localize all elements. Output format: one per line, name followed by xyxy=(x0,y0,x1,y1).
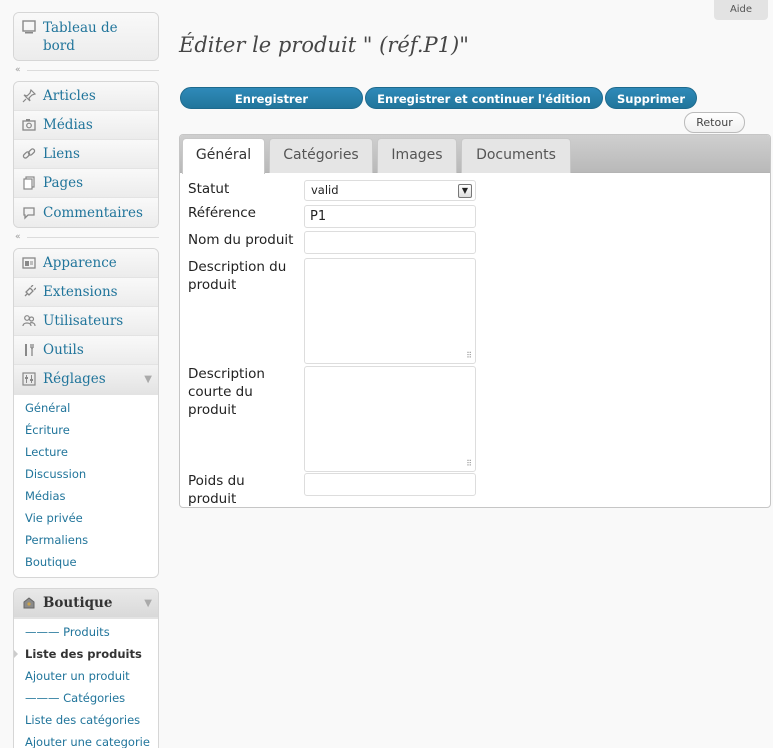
poids-label-line2: produit xyxy=(188,491,237,507)
poids-label: Poids du produit xyxy=(188,472,245,508)
submenu-categories-heading[interactable]: ——— Catégories xyxy=(14,687,158,709)
description-courte-label-line1: Description xyxy=(188,366,265,382)
reference-input[interactable]: P1 xyxy=(304,205,476,228)
statut-select[interactable]: valid ▼ xyxy=(304,180,476,201)
collapse-arrows-icon: « xyxy=(15,65,21,75)
media-icon xyxy=(20,117,38,133)
dashboard-icon xyxy=(20,19,38,35)
page-title: Éditer le produit " (réf.P1)" xyxy=(179,33,469,57)
submenu-lecture[interactable]: Lecture xyxy=(14,441,158,463)
menu-outils[interactable]: Outils xyxy=(14,336,158,365)
submenu-produits-heading[interactable]: ——— Produits xyxy=(14,621,158,643)
dropdown-arrow-icon[interactable]: ▼ xyxy=(458,184,472,198)
poids-input[interactable] xyxy=(304,473,476,496)
description-label-line2: produit xyxy=(188,277,237,293)
menu-utilisateurs-label: Utilisateurs xyxy=(43,313,124,329)
menu-liens-label: Liens xyxy=(43,146,80,162)
menu-separator[interactable]: « xyxy=(13,61,159,81)
nom-produit-input[interactable] xyxy=(304,231,476,254)
description-label: Description du produit xyxy=(188,258,286,294)
menu-pages[interactable]: Pages xyxy=(14,169,158,198)
submenu-discussion[interactable]: Discussion xyxy=(14,463,158,485)
menu-articles-label: Articles xyxy=(43,88,96,104)
submenu-permaliens[interactable]: Permaliens xyxy=(14,529,158,551)
tools-icon xyxy=(20,342,38,358)
menu-outils-label: Outils xyxy=(43,342,84,358)
description-courte-label-line2: courte du xyxy=(188,384,253,400)
menu-medias[interactable]: Médias xyxy=(14,111,158,140)
menu-reglages[interactable]: Réglages ▼ xyxy=(14,365,158,394)
tab-images[interactable]: Images xyxy=(377,138,457,173)
description-courte-textarea[interactable]: ⠿ xyxy=(304,366,476,472)
menu-extensions-label: Extensions xyxy=(43,284,118,300)
shop-icon xyxy=(20,595,38,611)
submenu-liste-produits[interactable]: Liste des produits xyxy=(14,643,158,665)
submenu-boutique[interactable]: Boutique xyxy=(14,551,158,573)
menu-group-admin: Apparence Extensions Utilisateurs Outils… xyxy=(13,248,159,578)
menu-group-dashboard: Tableau de bord xyxy=(13,12,159,61)
reference-label: Référence xyxy=(188,205,256,221)
admin-sidebar: Tableau de bord « Articles Médias Liens … xyxy=(13,12,159,748)
appearance-icon xyxy=(20,255,38,271)
menu-boutique[interactable]: Boutique ▼ xyxy=(14,589,158,618)
menu-apparence-label: Apparence xyxy=(43,255,117,271)
resize-grip-icon[interactable]: ⠿ xyxy=(466,351,472,360)
tab-general[interactable]: Général xyxy=(182,138,265,174)
submenu-ajouter-produit[interactable]: Ajouter un produit xyxy=(14,665,158,687)
submenu-liste-categories[interactable]: Liste des catégories xyxy=(14,709,158,731)
description-courte-label: Description courte du produit xyxy=(188,365,265,419)
pin-icon xyxy=(20,88,38,104)
tab-bar: Général Catégories Images Documents xyxy=(180,135,770,174)
tab-categories[interactable]: Catégories xyxy=(269,138,373,173)
chevron-down-icon-boutique[interactable]: ▼ xyxy=(144,598,152,609)
product-edit-panel: Général Catégories Images Documents Stat… xyxy=(179,134,771,508)
save-continue-button[interactable]: Enregistrer et continuer l'édition xyxy=(365,87,603,109)
chevron-down-icon[interactable]: ▼ xyxy=(144,374,152,385)
submenu-ecriture[interactable]: Écriture xyxy=(14,419,158,441)
menu-dashboard-label: Tableau de bord xyxy=(43,20,118,54)
settings-submenu: Général Écriture Lecture Discussion Médi… xyxy=(14,394,158,577)
plugin-icon xyxy=(20,284,38,300)
menu-group-boutique: Boutique ▼ ——— Produits Liste des produi… xyxy=(13,588,159,748)
statut-select-value: valid xyxy=(311,183,339,197)
submenu-ajouter-categorie[interactable]: Ajouter une categorie xyxy=(14,731,158,748)
menu-articles[interactable]: Articles xyxy=(14,82,158,111)
resize-grip-icon-2[interactable]: ⠿ xyxy=(466,459,472,468)
submenu-general[interactable]: Général xyxy=(14,397,158,419)
menu-liens[interactable]: Liens xyxy=(14,140,158,169)
submenu-vie-privee[interactable]: Vie privée xyxy=(14,507,158,529)
menu-apparence[interactable]: Apparence xyxy=(14,249,158,278)
menu-boutique-label: Boutique xyxy=(43,595,113,611)
settings-icon xyxy=(20,371,38,387)
back-button[interactable]: Retour xyxy=(684,112,745,133)
tab-documents[interactable]: Documents xyxy=(461,138,571,173)
menu-pages-label: Pages xyxy=(43,175,84,191)
boutique-submenu: ——— Produits Liste des produits Ajouter … xyxy=(14,618,158,748)
menu-commentaires-label: Commentaires xyxy=(43,204,143,221)
description-textarea[interactable]: ⠿ xyxy=(304,258,476,364)
description-label-line1: Description du xyxy=(188,259,287,275)
delete-button[interactable]: Supprimer xyxy=(605,87,697,109)
comment-icon xyxy=(20,205,38,221)
menu-reglages-label: Réglages xyxy=(43,371,106,387)
menu-separator-2[interactable]: « xyxy=(13,228,159,248)
save-button[interactable]: Enregistrer xyxy=(180,87,363,109)
menu-dashboard[interactable]: Tableau de bord xyxy=(14,13,158,60)
collapse-arrows-icon-2: « xyxy=(15,232,21,242)
poids-label-line1: Poids du xyxy=(188,473,245,489)
menu-commentaires[interactable]: Commentaires xyxy=(14,198,158,227)
menu-medias-label: Médias xyxy=(43,117,93,133)
description-courte-label-line3: produit xyxy=(188,402,237,418)
help-button[interactable]: Aide xyxy=(714,0,768,20)
nom-produit-label: Nom du produit xyxy=(188,232,294,248)
link-icon xyxy=(20,146,38,162)
users-icon xyxy=(20,313,38,329)
menu-utilisateurs[interactable]: Utilisateurs xyxy=(14,307,158,336)
pages-icon xyxy=(20,175,38,191)
menu-group-content: Articles Médias Liens Pages Commentaires xyxy=(13,81,159,228)
menu-extensions[interactable]: Extensions xyxy=(14,278,158,307)
submenu-medias[interactable]: Médias xyxy=(14,485,158,507)
statut-label: Statut xyxy=(188,181,230,197)
